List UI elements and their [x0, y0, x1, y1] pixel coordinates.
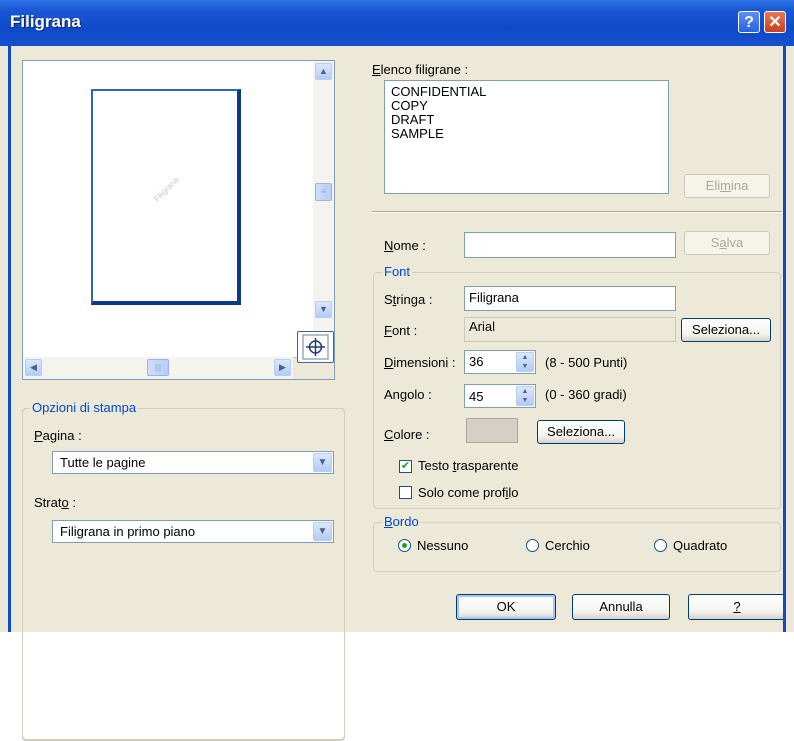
horizontal-scroll-thumb[interactable]: |||: [147, 359, 169, 376]
divider: [372, 211, 782, 213]
layer-select[interactable]: Filigrana in primo piano ▼: [52, 520, 334, 543]
page-select-value: Tutte le pagine: [60, 455, 146, 470]
horizontal-scrollbar[interactable]: ◀ ||| ▶: [23, 357, 293, 379]
list-item[interactable]: DRAFT: [391, 113, 662, 127]
list-item[interactable]: SAMPLE: [391, 127, 662, 141]
border-group-title: Bordo: [382, 514, 421, 529]
scroll-left-icon[interactable]: ◀: [25, 359, 42, 376]
scroll-right-icon[interactable]: ▶: [274, 359, 291, 376]
print-options-title: Opzioni di stampa: [30, 400, 139, 415]
radio-circle-label[interactable]: Cerchio: [545, 538, 590, 553]
vertical-scroll-thumb[interactable]: ≡: [315, 183, 332, 201]
font-label: Font :: [384, 323, 418, 338]
color-swatch[interactable]: [466, 418, 518, 443]
window-title: Filigrana: [10, 12, 81, 31]
preview-watermark-text: Filigrana: [152, 175, 181, 204]
page-label: Pagina :: [34, 428, 82, 443]
cancel-button[interactable]: Annulla: [572, 594, 670, 620]
vertical-scrollbar[interactable]: ▲ ≡ ▼: [313, 61, 334, 357]
list-item[interactable]: COPY: [391, 99, 662, 113]
spin-arrows-icon[interactable]: ▲ ▼: [516, 352, 534, 372]
center-preview-button[interactable]: [297, 331, 334, 363]
watermark-preview: Filigrana ▲ ≡ ▼ ◀ ||| ▶: [22, 60, 335, 380]
crosshair-icon: [302, 334, 329, 360]
font-group-title: Font: [382, 264, 413, 279]
angle-range: (0 - 360 gradi): [545, 387, 627, 402]
ok-button[interactable]: OK: [456, 594, 556, 620]
layer-select-value: Filigrana in primo piano: [60, 524, 196, 539]
size-stepper[interactable]: 36 ▲ ▼: [464, 350, 536, 374]
title-bar[interactable]: Filigrana ? ✕: [0, 0, 794, 46]
radio-none-label[interactable]: Nessuno: [417, 538, 468, 553]
spin-arrows-icon[interactable]: ▲ ▼: [516, 386, 534, 406]
angle-stepper[interactable]: 45 ▲ ▼: [464, 384, 536, 408]
preview-canvas: Filigrana: [23, 61, 314, 358]
list-item[interactable]: CONFIDENTIAL: [391, 85, 662, 99]
save-button[interactable]: Salva: [684, 231, 770, 255]
color-label: Colore :: [384, 427, 430, 442]
outline-only-label[interactable]: Solo come profilo: [418, 485, 518, 500]
radio-none[interactable]: [398, 539, 411, 552]
scroll-up-icon[interactable]: ▲: [315, 63, 332, 80]
page-select[interactable]: Tutte le pagine ▼: [52, 451, 334, 474]
watermark-list-label: Elenco filigrane :: [372, 62, 469, 77]
delete-button[interactable]: Elimina: [684, 174, 770, 198]
radio-circle[interactable]: [526, 539, 539, 552]
chevron-down-icon[interactable]: ▼: [313, 522, 332, 541]
radio-square-label[interactable]: Quadrato: [673, 538, 727, 553]
radio-square[interactable]: [654, 539, 667, 552]
size-label: Dimensioni :: [384, 355, 456, 370]
close-button[interactable]: ✕: [764, 11, 786, 33]
help-button[interactable]: ?: [688, 594, 786, 620]
select-font-button[interactable]: Seleziona...: [681, 318, 771, 342]
watermark-dialog: Filigrana ? ✕ Filigrana ▲ ≡ ▼ ◀ ||| ▶ Op…: [0, 0, 794, 741]
checkmark-icon: ✔: [400, 460, 411, 472]
chevron-down-icon[interactable]: ▼: [313, 453, 332, 472]
watermark-list[interactable]: CONFIDENTIAL COPY DRAFT SAMPLE: [384, 80, 669, 194]
transparent-text-checkbox[interactable]: ✔: [399, 460, 412, 473]
font-field: Arial: [464, 317, 676, 342]
outline-only-checkbox[interactable]: [399, 486, 412, 499]
select-color-button[interactable]: Seleziona...: [537, 420, 625, 444]
size-range: (8 - 500 Punti): [545, 355, 628, 370]
scroll-down-icon[interactable]: ▼: [315, 301, 332, 318]
radio-dot-icon: [402, 543, 407, 548]
angle-label: Angolo :: [384, 387, 432, 402]
name-label: Nome :: [384, 238, 426, 253]
transparent-text-label[interactable]: Testo trasparente: [418, 458, 518, 473]
name-field[interactable]: [464, 232, 676, 258]
string-field[interactable]: Filigrana: [464, 286, 676, 311]
layer-label: Strato :: [34, 495, 76, 510]
string-label: Stringa :: [384, 292, 433, 307]
preview-page: Filigrana: [91, 89, 241, 305]
help-title-button[interactable]: ?: [738, 11, 760, 33]
